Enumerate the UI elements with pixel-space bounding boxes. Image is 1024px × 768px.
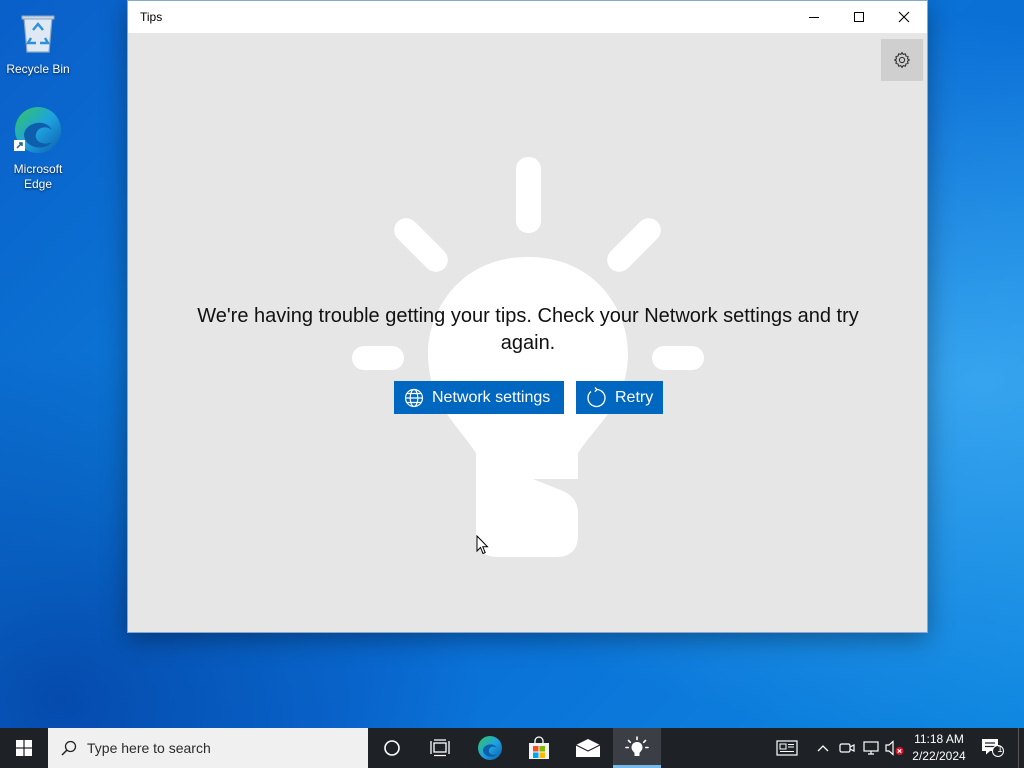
refresh-icon [587, 386, 606, 407]
tips-window: Tips We're having trouble getting your t… [127, 0, 928, 633]
window-title: Tips [140, 10, 163, 24]
error-message: We're having trouble getting your tips. … [197, 305, 859, 354]
start-button[interactable] [0, 728, 48, 768]
desktop-icon-label: Microsoft Edge [13, 162, 63, 191]
tips-content: We're having trouble getting your tips. … [128, 33, 927, 632]
volume-muted-icon [885, 740, 904, 756]
settings-button[interactable] [881, 39, 923, 81]
mouse-cursor-icon [476, 535, 489, 555]
maximize-button[interactable] [836, 1, 882, 33]
taskbar-edge[interactable] [466, 728, 514, 768]
taskbar-search-box[interactable]: Type here to search [48, 728, 368, 768]
network-icon [863, 741, 879, 755]
taskbar-store[interactable] [515, 728, 563, 768]
lightbulb-illustration [352, 157, 704, 557]
recycle-bin-icon [0, 8, 76, 60]
taskbar-clock[interactable]: 11:18 AM 2/22/2024 [908, 728, 970, 768]
search-icon [61, 740, 77, 756]
tips-icon [625, 736, 649, 756]
title-bar[interactable]: Tips [128, 1, 927, 33]
clock-date: 2/22/2024 [912, 749, 966, 763]
desktop-icon-edge[interactable]: Microsoft Edge [0, 104, 76, 192]
edge-icon [0, 104, 76, 160]
maximize-icon [854, 12, 864, 22]
cortana-button[interactable] [368, 728, 416, 768]
close-icon [898, 11, 910, 23]
desktop-icon-label: Recycle Bin [6, 62, 70, 76]
taskbar-mail[interactable] [564, 728, 612, 768]
windows-logo-icon [16, 740, 32, 756]
taskbar-tips[interactable] [613, 728, 661, 768]
retry-button[interactable]: Retry [576, 381, 663, 414]
meet-now-icon [839, 743, 855, 753]
news-icon [776, 740, 798, 756]
gear-icon [894, 51, 910, 69]
task-view-button[interactable] [416, 728, 464, 768]
taskbar: Type here to search 11:18 AM 2/22/2024 1 [0, 728, 1024, 768]
minimize-icon [809, 17, 819, 18]
news-button[interactable] [772, 728, 802, 768]
minimize-button[interactable] [791, 1, 837, 33]
clock-time: 11:18 AM [914, 732, 964, 746]
network-settings-button[interactable]: Network settings [394, 381, 564, 414]
retry-label: Retry [615, 388, 654, 406]
notification-count: 1 [997, 744, 1003, 754]
desktop-icon-recycle-bin[interactable]: Recycle Bin [0, 8, 76, 77]
volume-button[interactable] [884, 728, 906, 768]
show-hidden-icons-button[interactable] [812, 728, 834, 768]
close-button[interactable] [881, 1, 927, 33]
store-icon [529, 736, 549, 759]
cortana-icon [384, 740, 400, 756]
action-center-button[interactable]: 1 [976, 728, 1010, 768]
edge-icon [478, 736, 502, 760]
network-button[interactable] [860, 728, 882, 768]
meet-now-button[interactable] [836, 728, 858, 768]
chevron-up-icon [817, 745, 829, 752]
task-view-icon [430, 739, 450, 757]
show-desktop-button[interactable] [1018, 728, 1024, 768]
mail-icon [575, 739, 601, 757]
search-placeholder: Type here to search [87, 740, 211, 756]
globe-icon [404, 388, 424, 407]
network-settings-label: Network settings [432, 388, 551, 406]
